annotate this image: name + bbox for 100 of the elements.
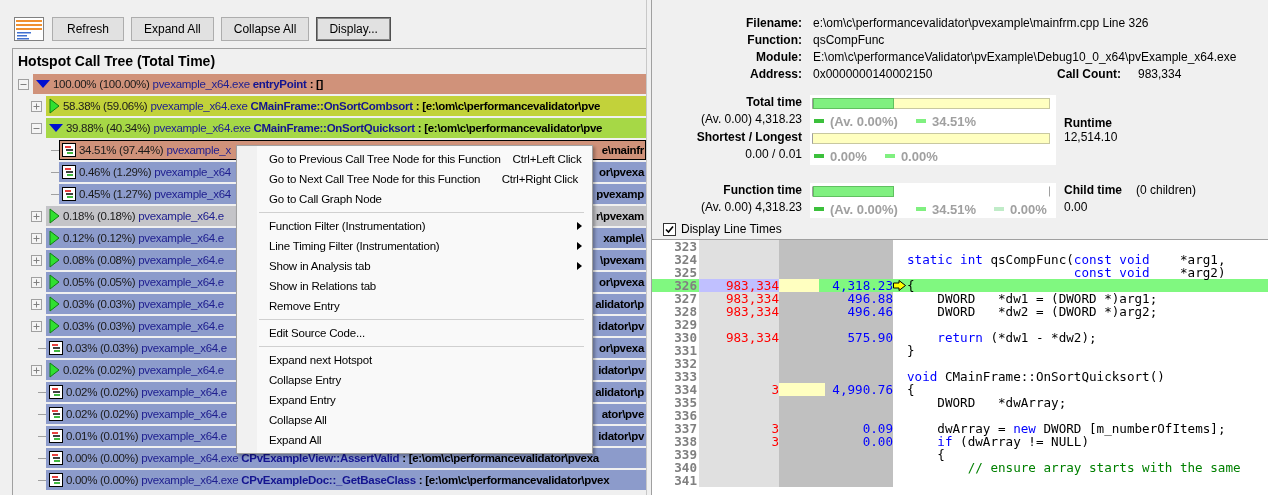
percentage-text: 0.01% (0.01%) bbox=[66, 430, 139, 442]
code-line: static int qsCompFunc(const void *arg1, bbox=[906, 253, 1226, 266]
source-location: or\pvexa bbox=[599, 166, 646, 178]
percentage-text: 0.05% (0.05%) bbox=[63, 276, 136, 288]
code-line: DWORD *dwArray; bbox=[936, 396, 1067, 409]
function-name: CMainFrame::OnSortCombsort bbox=[250, 100, 413, 112]
module-name: pvexample_x64.exe bbox=[141, 452, 239, 464]
source-location: xample\ bbox=[603, 232, 645, 244]
code-line: } bbox=[906, 344, 915, 357]
line-time: 496.46 bbox=[847, 305, 893, 318]
legend-item: 34.51% bbox=[915, 201, 976, 217]
field-label: Call Count: bbox=[1057, 67, 1122, 81]
percentage-text: 39.88% (40.34%) bbox=[66, 122, 151, 134]
source-location: : [e:\om\c\performancevalidator\pve bbox=[415, 100, 601, 112]
percentage-text: 0.46% (1.29%) bbox=[79, 166, 152, 178]
field-value: E:\om\c\performanceValidator\pvExample\Debug10_0_x64\pvExample_x64.exe bbox=[813, 50, 1238, 64]
percentage-text: 0.03% (0.03%) bbox=[63, 298, 136, 310]
line-number: 328 bbox=[673, 305, 698, 318]
code-line: void CMainFrame::OnSortQuicksort() bbox=[906, 370, 1165, 383]
module-name: pvexample_x64.e bbox=[138, 254, 224, 266]
module-name: pvexample_x64.e bbox=[138, 320, 224, 332]
function-name: entryPoint bbox=[252, 78, 307, 90]
legend-item: 0.00% bbox=[994, 201, 1047, 217]
metric-label: Child time bbox=[1064, 183, 1122, 197]
source-location: \pvexam bbox=[600, 254, 645, 266]
source-location: or\pvexa bbox=[599, 276, 646, 288]
line-number: 332 bbox=[673, 357, 698, 370]
call-count-cell: 983,334 bbox=[699, 305, 779, 318]
percentage-text: 0.00% (0.00%) bbox=[66, 452, 139, 464]
percentage-text: 0.02% (0.02%) bbox=[63, 364, 136, 376]
line-time: 4,990.76 bbox=[832, 383, 893, 396]
line-number: 323 bbox=[673, 240, 698, 253]
line-number: 333 bbox=[673, 370, 698, 383]
line-number: 326 bbox=[673, 279, 698, 292]
module-name: pvexample_x64.e bbox=[141, 408, 227, 420]
call-count-cell: 3 bbox=[699, 383, 779, 396]
field-value: 0x0000000140002150 bbox=[813, 67, 934, 81]
legend-item: 0.00% bbox=[884, 148, 938, 164]
legend-item: 0.00% bbox=[814, 148, 867, 164]
line-time: 4,318.23 bbox=[832, 279, 893, 292]
line-number: 325 bbox=[673, 266, 698, 279]
code-line: if (dwArray != NULL) bbox=[936, 435, 1089, 448]
line-number: 327 bbox=[673, 292, 698, 305]
line-number: 338 bbox=[673, 435, 698, 448]
percentage-text: 0.12% (0.12%) bbox=[63, 232, 136, 244]
module-name: pvexample_x64.e bbox=[138, 210, 224, 222]
call-count-cell: 983,334 bbox=[699, 331, 779, 344]
code-line: { bbox=[906, 383, 915, 396]
module-name: pvexample_x64.exe bbox=[150, 100, 248, 112]
module-name: pvexample_x bbox=[166, 144, 231, 156]
function-name: CPvExampleView::AssertValid bbox=[241, 452, 400, 464]
code-line: // ensure array starts with the same bbox=[966, 461, 1241, 474]
module-name: pvexample_x64 bbox=[154, 166, 231, 178]
line-number: 331 bbox=[673, 344, 698, 357]
code-line: return (*dw1 - *dw2); bbox=[936, 331, 1097, 344]
code-line: const void *arg2) bbox=[1072, 266, 1226, 279]
metric-value: 0.00 bbox=[1064, 200, 1088, 214]
line-number: 330 bbox=[673, 331, 698, 344]
module-name: pvexample_x64.e bbox=[138, 298, 224, 310]
source-location: : [e:\om\c\performancevalidator\pvexa bbox=[402, 452, 599, 464]
module-name: pvexample_x64.exe bbox=[153, 122, 251, 134]
module-name: pvexample_x64.e bbox=[141, 386, 227, 398]
line-number: 336 bbox=[673, 409, 698, 422]
line-number: 334 bbox=[673, 383, 698, 396]
source-location: : [e:\om\c\performancevalidator\pvex bbox=[418, 474, 610, 486]
source-location: idator\pv bbox=[598, 320, 646, 332]
metric-label: Runtime bbox=[1064, 116, 1113, 130]
line-time: 0.00 bbox=[862, 435, 893, 448]
function-name: CPvExampleDoc::_GetBaseClass bbox=[241, 474, 416, 486]
percentage-text: 0.08% (0.08%) bbox=[63, 254, 136, 266]
call-count-cell: 3 bbox=[699, 422, 779, 435]
percentage-text: 0.02% (0.02%) bbox=[66, 408, 139, 420]
field-value: qsCompFunc bbox=[813, 33, 886, 47]
field-label: Module: bbox=[755, 50, 802, 64]
percentage-text: 0.00% (0.00%) bbox=[66, 474, 139, 486]
code-line: { bbox=[906, 279, 915, 292]
call-count-cell: 983,334 bbox=[699, 292, 779, 305]
line-number: 340 bbox=[673, 461, 698, 474]
line-number: 339 bbox=[673, 448, 698, 461]
code-line: DWORD *dw1 = (DWORD *)arg1; bbox=[936, 292, 1158, 305]
source-location: idator\pv bbox=[598, 364, 646, 376]
field-value: e:\om\c\performancevalidator\pvexample\mainfrm.cpp Line 326 bbox=[813, 16, 1150, 30]
child-count-text: (0 children) bbox=[1136, 183, 1197, 197]
source-location: alidator\p bbox=[595, 298, 645, 310]
module-name: pvexample_x64.exe bbox=[152, 78, 250, 90]
line-number: 337 bbox=[673, 422, 698, 435]
metric-value: (Av. 0.00) 4,318.23 bbox=[700, 200, 802, 216]
module-name: pvexample_x64.e bbox=[138, 276, 224, 288]
module-name: pvexample_x64.e bbox=[138, 364, 224, 376]
percentage-text: 0.45% (1.27%) bbox=[79, 188, 152, 200]
metric-value: 0.00 / 0.01 bbox=[744, 147, 802, 163]
call-count-cell: 983,334 bbox=[699, 279, 779, 292]
percentage-text: 58.38% (59.06%) bbox=[63, 100, 148, 112]
legend-item: (Av. 0.00%) bbox=[814, 201, 898, 217]
field-label: Function: bbox=[746, 33, 802, 47]
legend-item: (Av. 0.00%) bbox=[814, 113, 898, 129]
module-name: pvexample_x64.e bbox=[141, 342, 227, 354]
code-line: dwArray = new DWORD [m_numberOfItems]; bbox=[936, 422, 1226, 435]
line-number: 341 bbox=[673, 474, 698, 487]
percentage-text: 0.03% (0.03%) bbox=[66, 342, 139, 354]
